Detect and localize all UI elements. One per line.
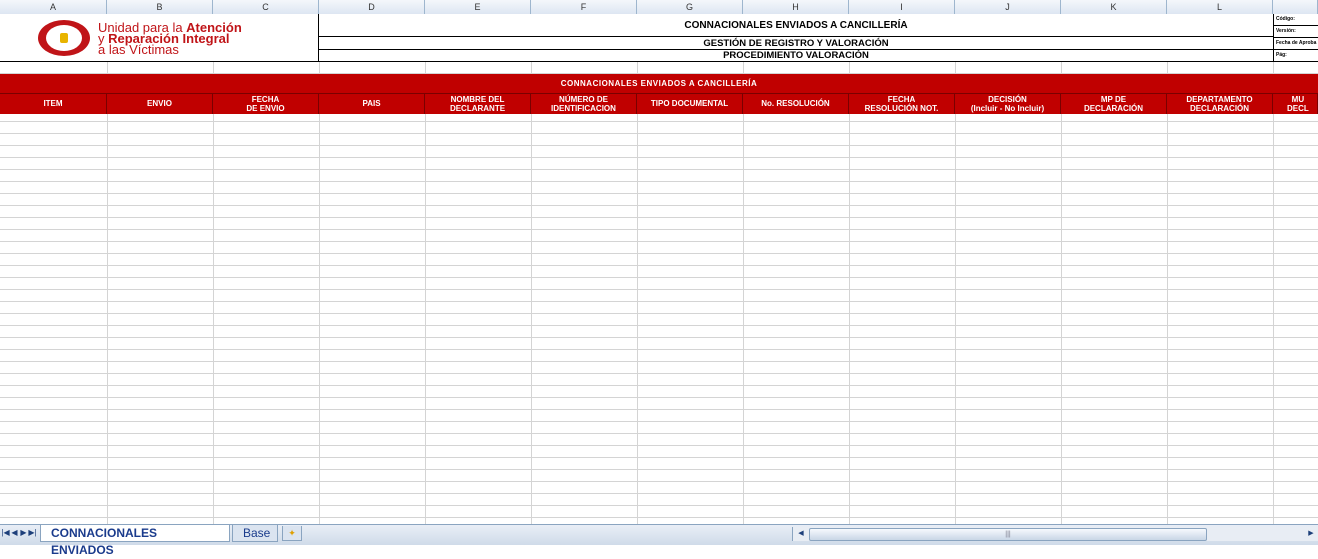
column-header-e[interactable]: E: [425, 0, 531, 14]
column-header-l[interactable]: L: [1167, 0, 1273, 14]
document-subtitle-process: GESTIÓN DE REGISTRO Y VALORACIÓN: [319, 37, 1273, 50]
document-header: Unidad para la Atención y Reparación Int…: [0, 14, 1318, 62]
coat-of-arms-icon: [38, 20, 90, 56]
header-municipio-declaracion[interactable]: MU DECL: [1273, 93, 1318, 114]
organization-logo: Unidad para la Atención y Reparación Int…: [98, 20, 242, 57]
first-sheet-icon[interactable]: |◀: [1, 527, 10, 539]
header-tipo-documental[interactable]: TIPO DOCUMENTAL: [637, 93, 743, 114]
column-header-a[interactable]: A: [0, 0, 107, 14]
document-subtitle-procedure: PROCEDIMIENTO VALORACIÓN: [319, 50, 1273, 62]
tab-connacionales-enviados[interactable]: CONNACIONALES ENVIADOS: [40, 525, 230, 557]
spreadsheet: A B C D E F G H I J K L Unidad para la A…: [0, 0, 1318, 524]
header-mp-declaracion[interactable]: MP DE DECLARACIÓN: [1061, 93, 1167, 114]
meta-version: Versión:: [1274, 26, 1318, 38]
table-header: CONNACIONALES ENVIADOS A CANCILLERÍA ITE…: [0, 74, 1318, 114]
tab-base[interactable]: Base: [232, 525, 278, 542]
column-header-i[interactable]: I: [849, 0, 955, 14]
header-departamento-declaracion[interactable]: DEPARTAMENTO DECLARACIÓN: [1167, 93, 1273, 114]
table-title: CONNACIONALES ENVIADOS A CANCILLERÍA: [0, 74, 1318, 94]
header-fecha-resolucion[interactable]: FECHA RESOLUCIÓN NOT.: [849, 93, 955, 114]
next-sheet-icon[interactable]: ▶: [19, 527, 28, 539]
scrollbar-thumb[interactable]: |||: [809, 528, 1207, 541]
column-header-b[interactable]: B: [107, 0, 213, 14]
horizontal-scrollbar[interactable]: ◀ ||| ▶: [792, 527, 1318, 541]
meta-page: Pág:: [1274, 50, 1318, 62]
column-header-h[interactable]: H: [743, 0, 849, 14]
document-title: CONNACIONALES ENVIADOS A CANCILLERÍA: [319, 14, 1273, 37]
header-item[interactable]: ITEM: [0, 93, 107, 114]
sheet-tab-bar: |◀ ◀ ▶ ▶| CONNACIONALES ENVIADOS Base ✦ …: [0, 524, 1318, 557]
header-envio[interactable]: ENVIO: [107, 93, 213, 114]
meta-code: Código:: [1274, 14, 1318, 26]
scroll-left-icon[interactable]: ◀: [795, 528, 807, 539]
column-header-f[interactable]: F: [531, 0, 637, 14]
column-header-bar: A B C D E F G H I J K L: [0, 0, 1318, 15]
column-header-j[interactable]: J: [955, 0, 1061, 14]
header-fecha-envio[interactable]: FECHA DE ENVIO: [213, 93, 319, 114]
header-nombre-declarante[interactable]: NOMBRE DEL DECLARANTE: [425, 93, 531, 114]
document-metadata: Código: Versión: Fecha de Aproba Pág:: [1273, 14, 1318, 62]
column-header-m[interactable]: [1273, 0, 1318, 14]
header-decision[interactable]: DECISIÓN (Incluir - No Incluir): [955, 93, 1061, 114]
header-no-resolucion[interactable]: No. RESOLUCIÓN: [743, 93, 849, 114]
column-header-k[interactable]: K: [1061, 0, 1167, 14]
insert-sheet-icon[interactable]: ✦: [282, 526, 302, 541]
meta-approval-date: Fecha de Aproba: [1274, 38, 1318, 50]
column-header-c[interactable]: C: [213, 0, 319, 14]
header-pais[interactable]: PAIS: [319, 93, 425, 114]
last-sheet-icon[interactable]: ▶|: [28, 527, 37, 539]
column-header-g[interactable]: G: [637, 0, 743, 14]
column-header-d[interactable]: D: [319, 0, 425, 14]
scroll-right-icon[interactable]: ▶: [1305, 528, 1317, 539]
logo-cell: Unidad para la Atención y Reparación Int…: [0, 14, 319, 62]
header-numero-identificacion[interactable]: NÚMERO DE IDENTIFICACION: [531, 93, 637, 114]
prev-sheet-icon[interactable]: ◀: [10, 527, 19, 539]
